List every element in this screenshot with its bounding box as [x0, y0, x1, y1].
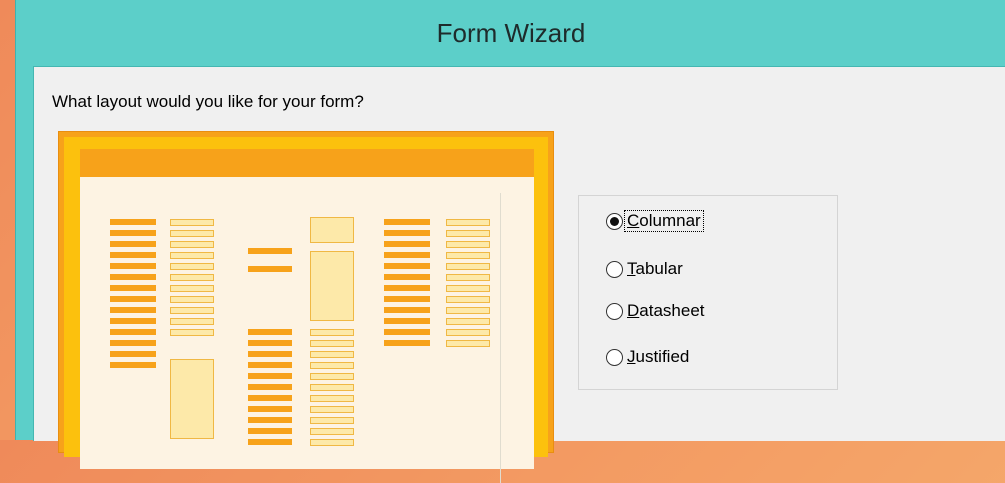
option-datasheet[interactable]: Datasheet [606, 297, 707, 325]
preview-field-block [310, 428, 354, 435]
preview-label-block [110, 274, 156, 280]
layout-preview-frame [64, 137, 548, 483]
preview-field-block [170, 263, 214, 270]
preview-field-block [446, 296, 490, 303]
preview-label-block [248, 248, 292, 254]
columnar-label: Columnar [624, 210, 704, 232]
option-justified[interactable]: Justified [606, 343, 691, 371]
preview-field-block [170, 285, 214, 292]
preview-label-block [110, 230, 156, 236]
preview-label-block [248, 406, 292, 412]
preview-field-block [310, 439, 354, 446]
preview-label-block [384, 318, 430, 324]
preview-field-block [310, 362, 354, 369]
window-title: Form Wizard [436, 18, 586, 48]
justified-label: Justified [627, 347, 690, 366]
preview-field-block [310, 384, 354, 391]
preview-label-block [248, 266, 292, 272]
columnar-radio[interactable] [606, 212, 623, 230]
preview-header-bar [80, 149, 534, 177]
preview-label-block [110, 263, 156, 269]
preview-field-block [170, 329, 214, 336]
preview-label-block [384, 307, 430, 313]
preview-label-block [110, 307, 156, 313]
datasheet-radio[interactable] [606, 302, 623, 320]
preview-label-block [384, 274, 430, 280]
preview-label-block [384, 285, 430, 291]
preview-field-block [446, 219, 490, 226]
preview-field-block [310, 406, 354, 413]
layout-question: What layout would you like for your form… [52, 92, 364, 111]
tabular-radio[interactable] [606, 260, 623, 278]
preview-label-block [384, 329, 430, 335]
preview-label-block [248, 395, 292, 401]
wizard-client-area: What layout would you like for your form… [33, 66, 1005, 483]
preview-memo-block [310, 251, 354, 321]
preview-label-block [248, 351, 292, 357]
preview-field-block [446, 329, 490, 336]
preview-field-block [310, 329, 354, 336]
preview-label-block [248, 417, 292, 423]
preview-label-block [384, 340, 430, 346]
preview-field-block [170, 318, 214, 325]
preview-label-block [248, 340, 292, 346]
preview-label-block [110, 362, 156, 368]
preview-label-block [248, 362, 292, 368]
preview-field-block [446, 230, 490, 237]
preview-label-block [110, 219, 156, 225]
preview-field-block [170, 241, 214, 248]
preview-memo-block [170, 359, 214, 439]
preview-field-block [170, 252, 214, 259]
preview-field-block [446, 318, 490, 325]
form-wizard-window: Form Wizard What layout would you like f… [15, 0, 1005, 483]
justified-radio[interactable] [606, 348, 623, 366]
preview-label-block [384, 252, 430, 258]
preview-field-block [446, 241, 490, 248]
preview-field-block [446, 263, 490, 270]
preview-field-block [446, 274, 490, 281]
preview-field-block [170, 230, 214, 237]
preview-label-block [248, 428, 292, 434]
preview-label-block [384, 296, 430, 302]
preview-label-block [110, 252, 156, 258]
preview-field-block [310, 351, 354, 358]
preview-field-block [170, 274, 214, 281]
layout-options-group: Columnar Tabular Datasheet Justified [578, 195, 838, 390]
tabular-label: Tabular [627, 259, 683, 278]
preview-label-block [248, 373, 292, 379]
layout-preview-image [58, 131, 554, 483]
datasheet-label: Datasheet [627, 301, 705, 320]
preview-image-block [310, 217, 354, 243]
preview-field-block [170, 219, 214, 226]
preview-label-block [110, 285, 156, 291]
preview-label-block [248, 329, 292, 335]
preview-field-block [310, 395, 354, 402]
preview-field-block [310, 340, 354, 347]
preview-field-block [446, 252, 490, 259]
preview-label-block [110, 351, 156, 357]
preview-field-block [310, 373, 354, 380]
preview-label-block [248, 384, 292, 390]
preview-field-block [170, 296, 214, 303]
preview-label-block [110, 340, 156, 346]
option-columnar[interactable]: Columnar [606, 207, 704, 235]
preview-label-block [110, 296, 156, 302]
radio-selected-dot [610, 216, 619, 226]
preview-label-block [384, 263, 430, 269]
preview-label-block [110, 241, 156, 247]
layout-preview-page [80, 149, 534, 483]
preview-label-block [384, 241, 430, 247]
preview-field-block [310, 417, 354, 424]
preview-label-block [384, 230, 430, 236]
preview-field-block [446, 285, 490, 292]
preview-field-block [446, 340, 490, 347]
preview-label-block [110, 329, 156, 335]
preview-label-block [384, 219, 430, 225]
preview-field-block [170, 307, 214, 314]
option-tabular[interactable]: Tabular [606, 255, 685, 283]
title-bar[interactable]: Form Wizard [16, 0, 1005, 66]
preview-label-block [110, 318, 156, 324]
preview-field-block [446, 307, 490, 314]
